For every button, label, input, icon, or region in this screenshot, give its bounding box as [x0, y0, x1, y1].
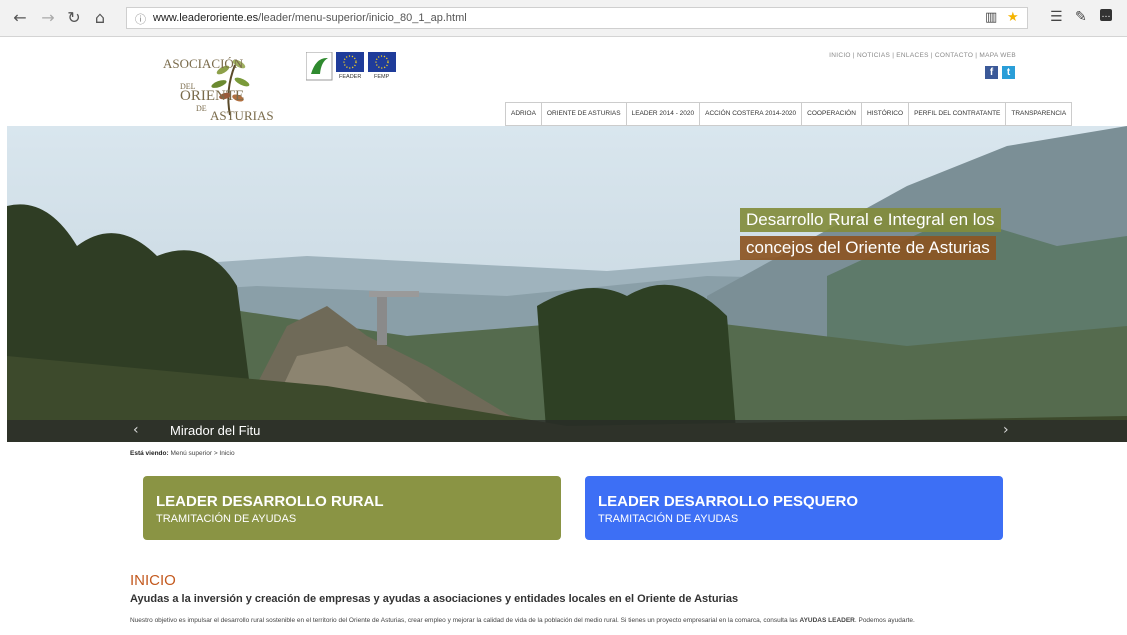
more-icon[interactable]: … — [1100, 9, 1112, 21]
top-links[interactable]: INICIO | NOTICIAS | ENLACES | CONTACTO |… — [820, 52, 1016, 59]
card-title: LEADER DESARROLLO PESQUERO — [598, 493, 859, 510]
card-subtitle: TRAMITACIÓN DE AYUDAS — [156, 513, 297, 525]
url-text: www.leaderoriente.es/leader/menu-superio… — [153, 12, 467, 24]
card-title: LEADER DESARROLLO RURAL — [156, 493, 384, 510]
card-desarrollo-pesquero[interactable]: LEADER DESARROLLO PESQUERO TRAMITACIÓN D… — [585, 476, 1003, 540]
menu-item-cooperacion[interactable]: COOPERACIÓN — [802, 103, 862, 125]
hero-slider[interactable]: Desarrollo Rural e Integral en los conce… — [7, 126, 1127, 442]
ayudas-leader-link[interactable]: AYUDAS LEADER — [799, 617, 854, 624]
feader-label: FEADER — [339, 74, 362, 80]
breadcrumb-label: Está viendo: — [130, 450, 169, 457]
hero-caption-line-2: concejos del Oriente de Asturias — [740, 236, 996, 260]
menu-item-transparencia[interactable]: TRANSPARENCIA — [1006, 103, 1071, 125]
favorite-star-icon[interactable]: ★ — [1007, 10, 1019, 25]
logo-line-5: ASTURIAS — [210, 108, 274, 123]
eu-funding-logos: FEADER FEMP — [305, 51, 398, 82]
menu-item-leader[interactable]: LEADER 2014 - 2020 — [627, 103, 701, 125]
pen-icon[interactable]: ✎ — [1075, 9, 1087, 25]
menu-item-perfil[interactable]: PERFIL DEL CONTRATANTE — [909, 103, 1007, 125]
logo-line-3: ORIENTE — [180, 88, 245, 104]
address-bar[interactable]: ⓘ www.leaderoriente.es/leader/menu-super… — [126, 7, 1028, 29]
favorites-hub-icon[interactable]: ☰ — [1050, 9, 1063, 25]
reading-view-icon[interactable]: ▥ — [985, 10, 997, 25]
home-button[interactable]: ⌂ — [90, 8, 110, 28]
browser-toolbar: ← → ↻ ⌂ ⓘ www.leaderoriente.es/leader/me… — [0, 0, 1127, 37]
prev-slide-icon[interactable]: ‹ — [133, 422, 139, 438]
slide-title: Mirador del Fitu — [170, 423, 261, 438]
twitter-icon[interactable]: t — [1002, 66, 1015, 79]
back-button[interactable]: ← — [10, 8, 30, 28]
breadcrumb-path[interactable]: Menú superior > Inicio — [170, 450, 234, 457]
logo-line-1: ASOCIACIÓN — [163, 56, 244, 71]
next-slide-icon[interactable]: › — [1003, 422, 1009, 438]
card-subtitle: TRAMITACIÓN DE AYUDAS — [598, 513, 739, 525]
logo-line-4: DE — [196, 104, 207, 113]
breadcrumb: Está viendo: Menú superior > Inicio — [130, 450, 235, 457]
forward-button[interactable]: → — [38, 8, 58, 28]
info-icon[interactable]: ⓘ — [135, 11, 146, 27]
menu-item-adrioa[interactable]: ADRIOA — [506, 103, 542, 125]
menu-item-accion-costera[interactable]: ACCIÓN COSTERA 2014-2020 — [700, 103, 803, 125]
hero-caption-line-1: Desarrollo Rural e Integral en los — [740, 208, 1001, 232]
menu-item-oriente[interactable]: ORIENTE DE ASTURIAS — [542, 103, 627, 125]
femp-label: FEMP — [374, 74, 390, 80]
intro-paragraph: Nuestro objetivo es impulsar el desarrol… — [130, 617, 915, 624]
page-title: INICIO — [130, 572, 176, 589]
refresh-button[interactable]: ↻ — [64, 8, 84, 28]
card-desarrollo-rural[interactable]: LEADER DESARROLLO RURAL TRAMITACIÓN DE A… — [143, 476, 561, 540]
menu-item-historico[interactable]: HISTÓRICO — [862, 103, 910, 125]
facebook-icon[interactable]: f — [985, 66, 998, 79]
main-menu: ADRIOA ORIENTE DE ASTURIAS LEADER 2014 -… — [505, 102, 1073, 126]
page-subtitle: Ayudas a la inversión y creación de empr… — [130, 593, 739, 605]
hero-landscape-image — [7, 126, 1127, 442]
